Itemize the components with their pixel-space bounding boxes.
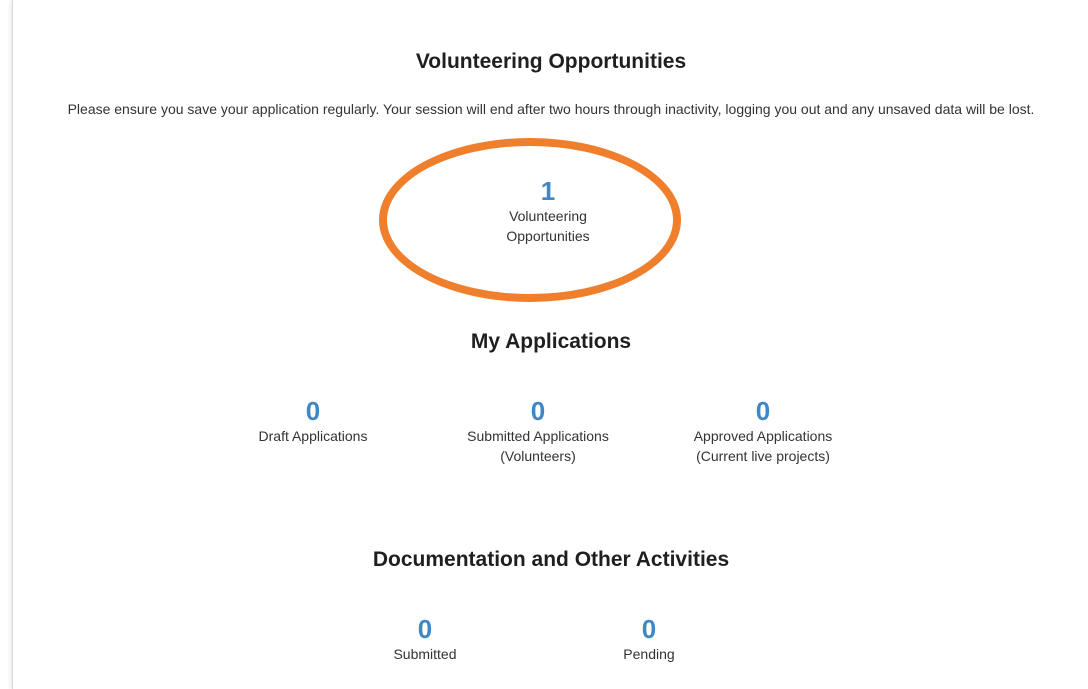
volunteering-count: 1: [540, 176, 556, 206]
documentation-title: Documentation and Other Activities: [372, 548, 730, 571]
documentation-submitted-count: 0: [417, 614, 433, 644]
submitted-applications-label-line1: Submitted Applications: [467, 428, 609, 444]
documentation-submitted-label: Submitted: [393, 646, 457, 662]
documentation-submitted-stat[interactable]: 0 Submitted: [365, 614, 485, 664]
approved-applications-label-line2: (Current live projects): [696, 448, 830, 464]
volunteering-label-line1: Volunteering: [509, 208, 587, 224]
volunteering-title: Volunteering Opportunities: [415, 50, 687, 73]
volunteering-label-line2: Opportunities: [506, 228, 590, 244]
documentation-pending-count: 0: [641, 614, 657, 644]
submitted-applications-label-line2: (Volunteers): [500, 448, 576, 464]
draft-label: Draft Applications: [258, 428, 368, 444]
volunteering-opportunities-stat[interactable]: 1 Volunteering Opportunities: [453, 176, 643, 246]
documentation-pending-label: Pending: [623, 646, 675, 662]
approved-applications-label-line1: Approved Applications: [693, 428, 833, 444]
approved-applications-stat[interactable]: 0 Approved Applications (Current live pr…: [653, 396, 873, 466]
approved-applications-count: 0: [755, 396, 771, 426]
my-applications-title: My Applications: [470, 330, 632, 353]
session-notice: Please ensure you save your application …: [67, 101, 1035, 117]
draft-applications-stat[interactable]: 0 Draft Applications: [223, 396, 403, 446]
submitted-applications-stat[interactable]: 0 Submitted Applications (Volunteers): [433, 396, 643, 466]
dashboard-card: Volunteering Opportunities Please ensure…: [12, 0, 1088, 689]
draft-count: 0: [305, 396, 321, 426]
submitted-applications-count: 0: [530, 396, 546, 426]
documentation-pending-stat[interactable]: 0 Pending: [589, 614, 709, 664]
